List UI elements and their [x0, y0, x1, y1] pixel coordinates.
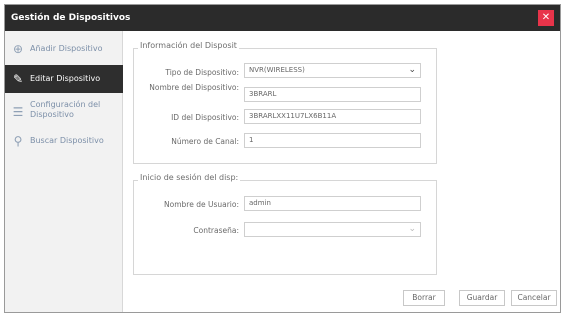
- settings-sliders-icon: ☰: [12, 105, 24, 119]
- device-id-label: ID del Dispositivo:: [171, 113, 239, 122]
- device-info-title: Información del Disposit: [138, 41, 239, 50]
- content-panel: Información del Disposit Tipo de Disposi…: [123, 31, 560, 312]
- sidebar-item-label: Añadir Dispositivo: [30, 44, 103, 53]
- username-field[interactable]: admin: [244, 196, 421, 211]
- device-type-select[interactable]: NVR(WIRELESS) ⌄: [244, 63, 421, 78]
- cancel-button[interactable]: Cancelar: [511, 290, 557, 306]
- channel-count-field[interactable]: 1: [244, 133, 421, 148]
- device-name-field[interactable]: 3BRARL: [244, 87, 421, 102]
- sidebar: ⊕ Añadir Dispositivo ✎ Editar Dispositiv…: [5, 31, 123, 312]
- delete-button[interactable]: Borrar: [403, 290, 445, 306]
- sidebar-item-label: Configuración del Dispositivo: [30, 100, 101, 119]
- title-bar: Gestión de Dispositivos ✕: [5, 5, 560, 31]
- device-id-field[interactable]: 3BRARLXX11U7LX6B11A: [244, 109, 421, 124]
- search-icon: ⚲: [13, 134, 23, 148]
- device-type-value: NVR(WIRELESS): [249, 66, 305, 74]
- save-button[interactable]: Guardar: [459, 290, 505, 306]
- device-name-label: Nombre del Dispositivo:: [149, 83, 239, 92]
- sidebar-item-label: Editar Dispositivo: [30, 74, 101, 83]
- sidebar-item-device-config[interactable]: ☰ Configuración del Dispositivo: [5, 95, 123, 131]
- chevron-down-icon: ⌄: [408, 224, 416, 234]
- password-label: Contraseña:: [193, 226, 239, 235]
- sidebar-item-label: Buscar Dispositivo: [30, 136, 104, 145]
- chevron-down-icon: ⌄: [408, 65, 416, 75]
- add-circle-icon: ⊕: [12, 42, 24, 56]
- sidebar-item-edit-device[interactable]: ✎ Editar Dispositivo: [5, 65, 123, 93]
- edit-icon: ✎: [12, 72, 24, 86]
- channel-count-label: Número de Canal:: [171, 137, 239, 146]
- password-field[interactable]: ⌄: [244, 222, 421, 237]
- dialog-title: Gestión de Dispositivos: [11, 13, 131, 23]
- login-group-title: Inicio de sesión del disp:: [138, 173, 241, 182]
- device-management-dialog: Gestión de Dispositivos ✕ ⊕ Añadir Dispo…: [4, 4, 561, 313]
- username-label: Nombre de Usuario:: [164, 200, 239, 209]
- sidebar-item-add-device[interactable]: ⊕ Añadir Dispositivo: [5, 35, 123, 63]
- device-type-label: Tipo de Dispositivo:: [165, 68, 239, 77]
- close-button[interactable]: ✕: [538, 10, 554, 26]
- sidebar-item-search-device[interactable]: ⚲ Buscar Dispositivo: [5, 127, 123, 155]
